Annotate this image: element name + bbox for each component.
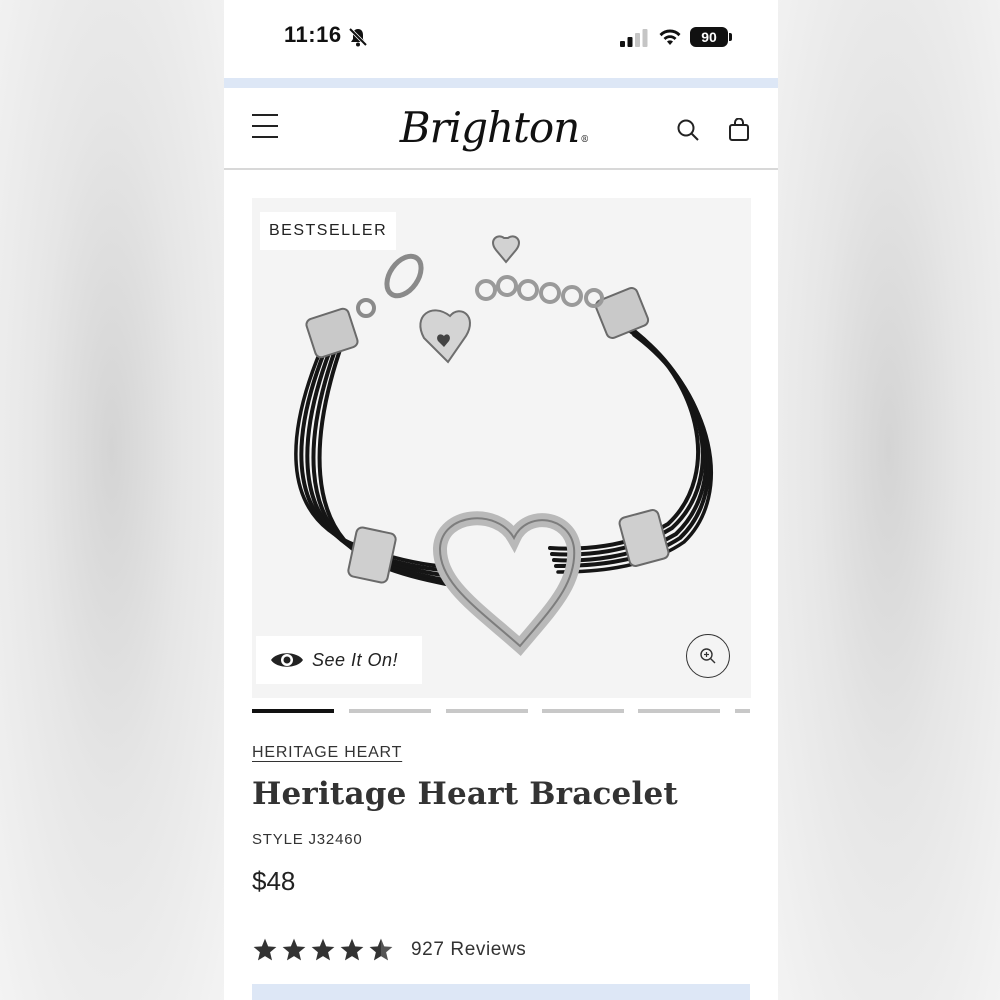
product-price: $48 bbox=[252, 866, 296, 896]
star-icon bbox=[311, 938, 335, 961]
product-rating[interactable]: 927 Reviews bbox=[252, 934, 526, 966]
carousel-dot[interactable] bbox=[446, 709, 528, 713]
logo-text: Brighton bbox=[399, 103, 581, 152]
rating-stars bbox=[252, 937, 397, 963]
eye-icon bbox=[271, 653, 303, 667]
battery-tip bbox=[729, 33, 732, 41]
zoom-in-icon bbox=[700, 648, 716, 664]
logo-registered-mark: ® bbox=[580, 135, 589, 145]
collection-link[interactable]: HERITAGE HEART bbox=[252, 744, 402, 762]
carousel-dot[interactable] bbox=[542, 709, 624, 713]
bestseller-badge: BESTSELLER bbox=[260, 212, 397, 250]
bracelet-image bbox=[294, 235, 713, 656]
carousel-dot[interactable] bbox=[349, 709, 431, 713]
carousel-dot[interactable] bbox=[735, 709, 750, 713]
bell-slash-icon bbox=[348, 27, 368, 47]
zoom-button[interactable] bbox=[686, 634, 730, 678]
shopping-bag-icon[interactable] bbox=[728, 118, 750, 142]
wifi-icon bbox=[659, 29, 681, 45]
site-header: Brighton® bbox=[224, 88, 778, 170]
background-blur-left bbox=[0, 0, 224, 1000]
carousel-dot[interactable] bbox=[252, 709, 334, 713]
battery-icon: 90 bbox=[690, 27, 728, 47]
carousel-dot[interactable] bbox=[638, 709, 720, 713]
carousel-indicators bbox=[252, 709, 750, 713]
review-count[interactable]: 927 Reviews bbox=[411, 939, 526, 961]
star-icon bbox=[253, 938, 277, 961]
see-it-on-label: See It On! bbox=[312, 649, 399, 670]
status-time: 11:16 bbox=[284, 22, 342, 47]
product-image-carousel[interactable]: BESTSELLER See It On! bbox=[252, 198, 751, 698]
bottom-banner-strip bbox=[252, 984, 750, 1000]
product-title: Heritage Heart Bracelet bbox=[252, 776, 678, 812]
search-icon[interactable] bbox=[676, 118, 700, 142]
style-number: STYLE J32460 bbox=[252, 831, 363, 848]
background-blur-right bbox=[778, 0, 1000, 1000]
banner-strip bbox=[224, 78, 778, 88]
star-icon bbox=[282, 938, 306, 961]
phone-screen: 11:16 90 Brighton® BESTSELLER See It On!… bbox=[224, 0, 778, 1000]
hamburger-menu-icon[interactable] bbox=[252, 114, 278, 140]
star-half-icon bbox=[369, 938, 393, 961]
star-icon bbox=[340, 938, 364, 961]
brand-logo[interactable]: Brighton® bbox=[384, 100, 604, 156]
status-bar: 11:16 90 bbox=[224, 0, 778, 78]
see-it-on-button[interactable]: See It On! bbox=[256, 636, 422, 684]
signal-icon bbox=[620, 29, 648, 47]
